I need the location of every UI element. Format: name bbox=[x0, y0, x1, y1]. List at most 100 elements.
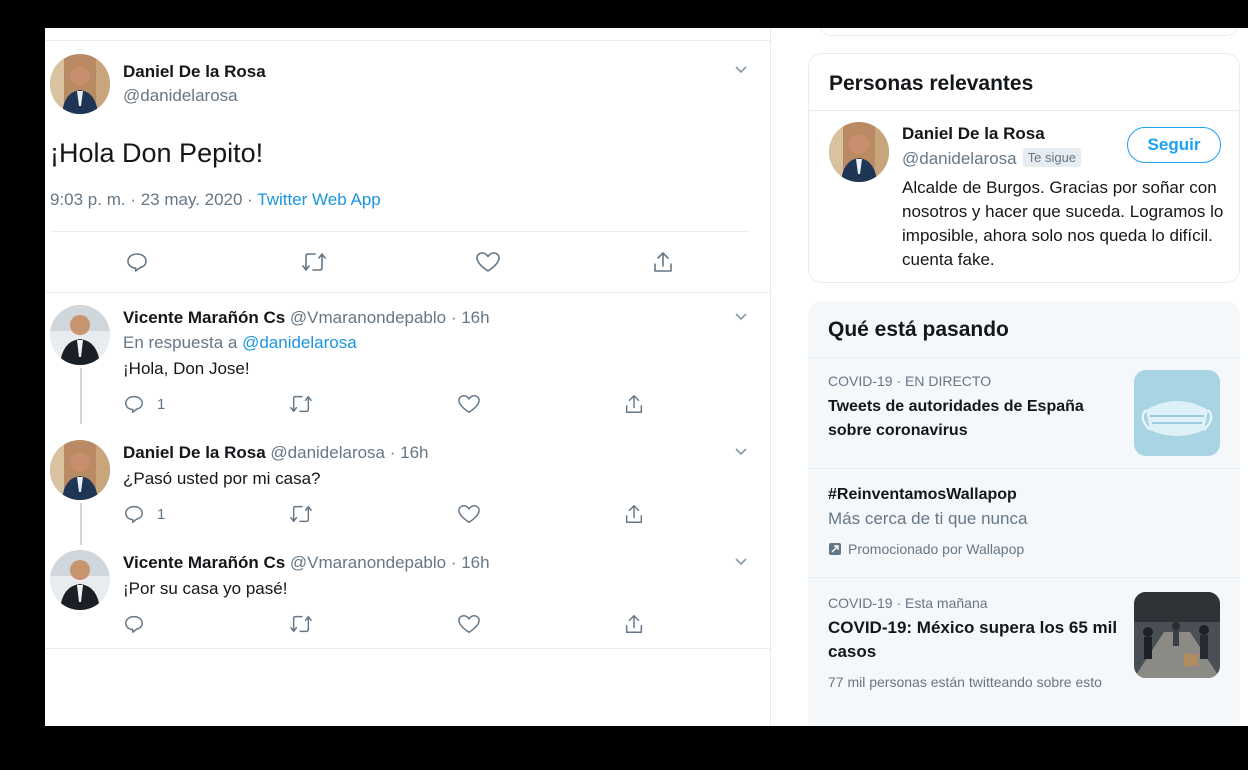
reply-header: Vicente Marañón Cs @Vmaranondepablo · 16… bbox=[123, 553, 490, 573]
retweet-button[interactable] bbox=[288, 613, 314, 635]
like-icon bbox=[476, 252, 500, 272]
trend-description: Más cerca de ti que nunca bbox=[828, 509, 1028, 528]
trend-context: COVID-19 · EN DIRECTO bbox=[828, 373, 992, 389]
avatar[interactable] bbox=[829, 122, 889, 182]
reply-context-label: En respuesta a bbox=[123, 333, 243, 352]
retweet-icon bbox=[290, 615, 312, 633]
reply-header: Daniel De la Rosa @danidelarosa · 16h bbox=[123, 443, 429, 463]
trend-item[interactable]: COVID-19 · Esta mañana COVID-19: México … bbox=[808, 578, 1240, 726]
trend-title: #ReinventamosWallapop bbox=[828, 486, 1017, 503]
author-name[interactable]: Vicente Marañón Cs bbox=[123, 553, 285, 572]
author-handle[interactable]: @Vmaranondepablo bbox=[290, 553, 446, 572]
search-card-edge bbox=[818, 28, 1240, 36]
divider bbox=[45, 40, 770, 41]
reply-button[interactable]: 1 bbox=[123, 503, 165, 525]
author-handle[interactable]: @Vmaranondepablo bbox=[290, 308, 446, 327]
avatar[interactable] bbox=[50, 305, 110, 365]
share-icon bbox=[625, 395, 643, 413]
author-handle[interactable]: @danidelarosa bbox=[123, 86, 238, 106]
tweet-source-link[interactable]: Twitter Web App bbox=[257, 190, 380, 209]
share-button[interactable] bbox=[623, 393, 645, 415]
retweet-icon bbox=[302, 253, 326, 271]
trends-title: Qué está pasando bbox=[828, 318, 1009, 341]
person-handle[interactable]: @danidelarosa bbox=[902, 149, 1017, 168]
share-button[interactable] bbox=[651, 250, 675, 274]
avatar[interactable] bbox=[50, 550, 110, 610]
promoted-trend-item[interactable]: #ReinventamosWallapop Más cerca de ti qu… bbox=[808, 469, 1240, 577]
trends-card: Qué está pasando COVID-19 · EN DIRECTO T… bbox=[808, 301, 1240, 726]
divider bbox=[45, 292, 770, 293]
trend-item[interactable]: COVID-19 · EN DIRECTO Tweets de autorida… bbox=[808, 358, 1240, 468]
person-bio: Alcalde de Burgos. Gracias por soñar con… bbox=[902, 178, 1224, 269]
like-button[interactable] bbox=[457, 393, 481, 415]
tweet-timestamp[interactable]: · 16h bbox=[385, 443, 429, 462]
divider bbox=[809, 110, 1239, 111]
thread-line bbox=[80, 368, 82, 424]
retweet-button[interactable] bbox=[288, 393, 314, 415]
tweet-timestamp[interactable]: · 16h bbox=[446, 553, 490, 572]
divider bbox=[50, 231, 750, 232]
author-name[interactable]: Vicente Marañón Cs bbox=[123, 308, 285, 327]
relevant-people-card: Personas relevantes Daniel De la Rosa @d… bbox=[808, 53, 1240, 283]
person-handle-row: @danidelarosa Te sigue bbox=[902, 148, 1082, 169]
face-mask-image bbox=[1134, 370, 1220, 456]
retweet-button[interactable] bbox=[288, 503, 314, 525]
trend-title: COVID-19: México supera los 65 mil casos bbox=[828, 618, 1118, 661]
like-button[interactable] bbox=[475, 250, 501, 274]
reply-button[interactable] bbox=[123, 613, 145, 635]
reply-icon bbox=[125, 505, 143, 523]
author-name[interactable]: Daniel De la Rosa bbox=[123, 443, 266, 462]
like-icon bbox=[458, 395, 480, 413]
retweet-icon bbox=[290, 505, 312, 523]
share-button[interactable] bbox=[623, 503, 645, 525]
share-icon bbox=[654, 252, 672, 272]
avatar[interactable] bbox=[50, 440, 110, 500]
author-name[interactable]: Daniel De la Rosa bbox=[123, 62, 266, 82]
tweet-text: ¡Por su casa yo pasé! bbox=[123, 579, 288, 598]
reply-header: Vicente Marañón Cs @Vmaranondepablo · 16… bbox=[123, 308, 490, 328]
retweet-button[interactable] bbox=[300, 250, 328, 274]
chevron-down-icon[interactable] bbox=[733, 309, 749, 325]
reply-count: 1 bbox=[157, 395, 166, 413]
divider bbox=[45, 648, 770, 649]
street-crowd-image bbox=[1134, 592, 1220, 678]
reply-icon bbox=[125, 395, 143, 413]
share-icon bbox=[625, 505, 643, 523]
share-button[interactable] bbox=[623, 613, 645, 635]
avatar[interactable] bbox=[50, 54, 110, 114]
tweet-meta: 9:03 p. m. · 23 may. 2020 · Twitter Web … bbox=[50, 190, 381, 210]
like-icon bbox=[458, 615, 480, 633]
like-button[interactable] bbox=[457, 503, 481, 525]
like-icon bbox=[458, 505, 480, 523]
tweet-timestamp[interactable]: 9:03 p. m. · 23 may. 2020 · bbox=[50, 190, 257, 209]
tweet-text: ¡Hola, Don Jose! bbox=[123, 359, 250, 378]
reply-context: En respuesta a @danidelarosa bbox=[123, 333, 357, 353]
chevron-down-icon[interactable] bbox=[733, 62, 749, 78]
reply-button[interactable] bbox=[125, 250, 149, 274]
mention-link[interactable]: @danidelarosa bbox=[242, 333, 357, 352]
chevron-down-icon[interactable] bbox=[733, 444, 749, 460]
relevant-people-title: Personas relevantes bbox=[829, 72, 1034, 95]
trend-context: COVID-19 · Esta mañana bbox=[828, 595, 988, 611]
reply-icon bbox=[127, 253, 147, 272]
tweet-text: ¿Pasó usted por mi casa? bbox=[123, 469, 321, 488]
twitter-window: Daniel De la Rosa @danidelarosa ¡Hola Do… bbox=[45, 28, 1248, 726]
promoted-icon bbox=[829, 543, 841, 555]
like-button[interactable] bbox=[457, 613, 481, 635]
reply-button[interactable]: 1 bbox=[123, 393, 165, 415]
retweet-icon bbox=[290, 395, 312, 413]
trend-title: Tweets de autoridades de España sobre co… bbox=[828, 398, 1084, 439]
reply-count: 1 bbox=[157, 505, 166, 523]
conversation-column: Daniel De la Rosa @danidelarosa ¡Hola Do… bbox=[45, 28, 771, 726]
follow-button[interactable]: Seguir bbox=[1127, 127, 1221, 163]
follows-you-badge: Te sigue bbox=[1022, 148, 1082, 167]
author-handle[interactable]: @danidelarosa bbox=[270, 443, 385, 462]
share-icon bbox=[625, 615, 643, 633]
tweet-text: ¡Hola Don Pepito! bbox=[50, 138, 264, 168]
trend-meta: 77 mil personas están twitteando sobre e… bbox=[828, 674, 1102, 690]
reply-icon bbox=[125, 615, 143, 633]
tweet-timestamp[interactable]: · 16h bbox=[446, 308, 490, 327]
person-name[interactable]: Daniel De la Rosa bbox=[902, 124, 1045, 144]
promoted-text: Promocionado por Wallapop bbox=[848, 541, 1025, 557]
chevron-down-icon[interactable] bbox=[733, 554, 749, 570]
